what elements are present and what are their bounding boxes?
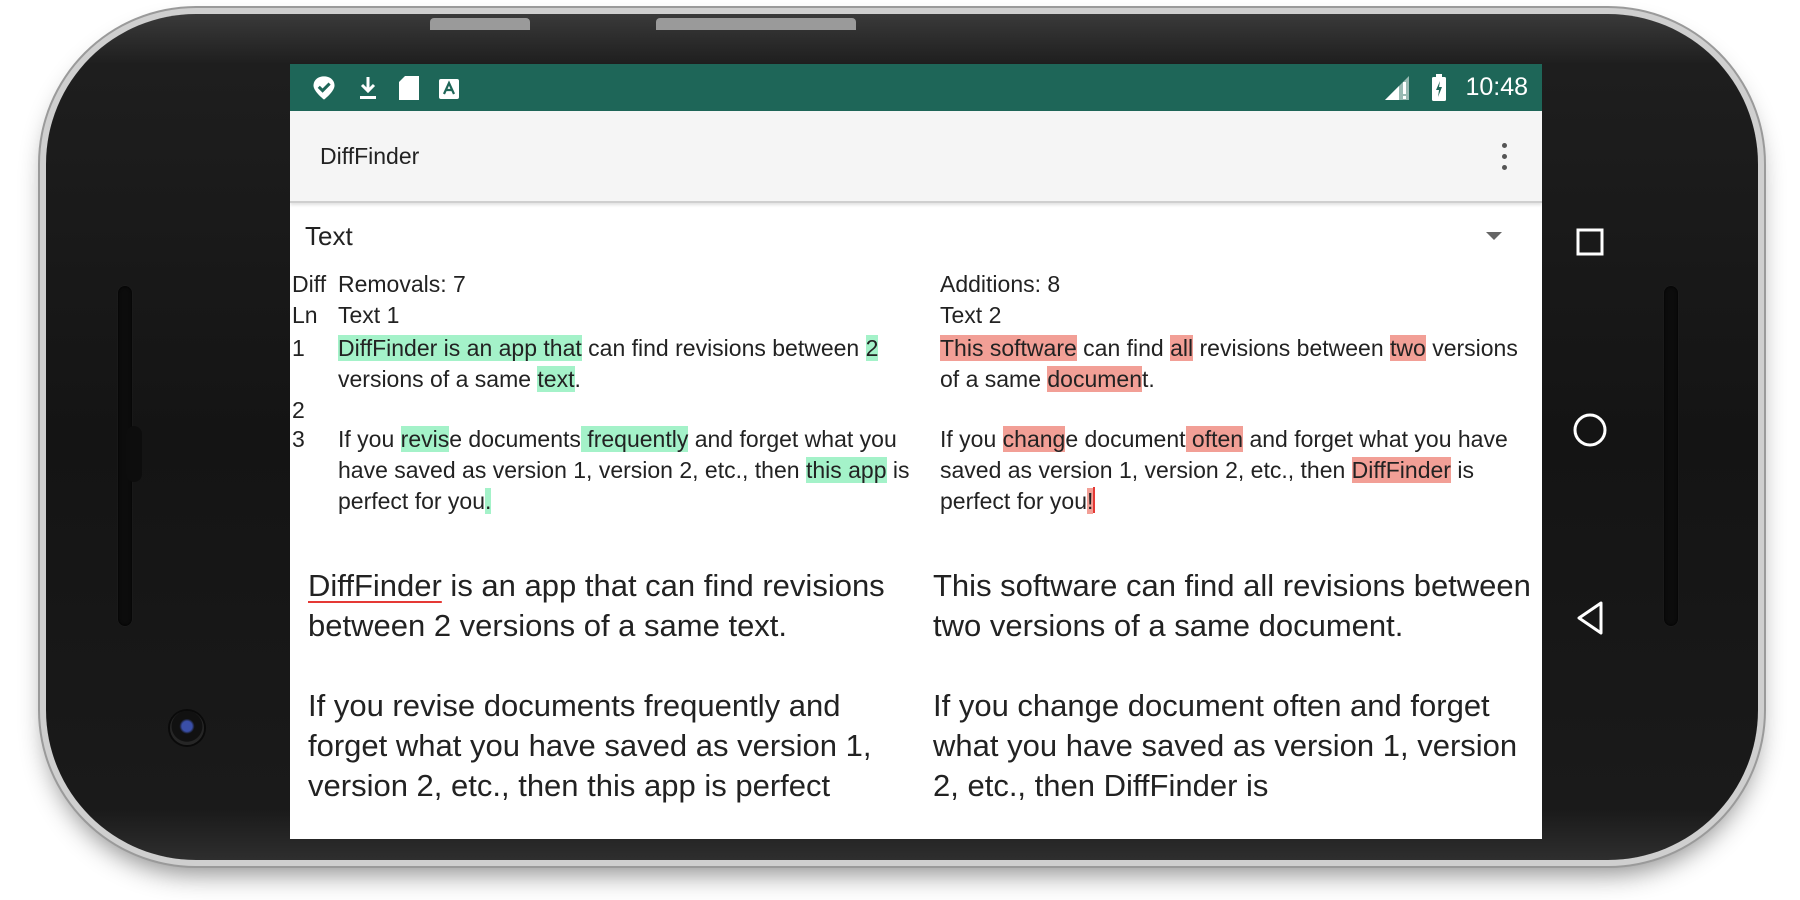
unchanged-segment: . [574,366,581,392]
diff-summary-row: Diff Removals: 7 Additions: 8 [290,269,1542,300]
app-bar: DiffFinder [290,111,1542,203]
unchanged-segment: can find revisions between [581,335,866,361]
text1-line: DiffFinder is an app that can find revis… [338,333,938,395]
unchanged-segment: If you [940,426,1003,452]
added-segment: This software [940,335,1077,361]
status-left-icons [310,74,460,102]
unchanged-segment: versions of a same [338,366,538,392]
text2-line: This software can find all revisions bet… [940,333,1530,395]
front-camera [170,711,204,745]
mode-dropdown-value: Text [305,220,353,251]
removed-segment: DiffFinder is an app that [338,335,582,361]
home-circle-icon[interactable] [1562,402,1618,458]
text2-paragraph-2: If you change document often and forget … [933,688,1518,803]
line-number: 2 [292,397,305,423]
recents-square-icon[interactable] [1562,214,1618,270]
text1-paragraph-2: If you revise documents frequently and f… [308,688,872,803]
added-segment: all [1170,335,1194,361]
text1-header: Text 1 [338,302,400,328]
ln-header: Ln [292,302,318,328]
text1-line: If you revise documents frequently and f… [338,424,938,517]
removals-count: Removals: 7 [338,271,466,297]
text2-editor[interactable]: This software can find all revisions bet… [933,566,1533,839]
signal-icon [1383,74,1413,102]
misspelled-word: DiffFinder [308,568,442,603]
mode-dropdown[interactable]: Text [290,203,1542,269]
removed-segment: . [485,488,492,514]
battery-icon [1431,73,1447,102]
diff-lines: 1 DiffFinder is an app that can find revi… [290,333,1542,517]
added-segment: two [1390,335,1426,361]
removed-segment: 2 [865,335,879,361]
removed-segment: frequently [580,426,689,452]
added-segment: documen [1047,366,1143,392]
text2-header: Text 2 [940,302,1002,328]
added-segment: DiffFinder [1351,457,1451,483]
volume-button [656,18,856,30]
unchanged-segment: e documents [449,426,581,452]
more-vertical-icon[interactable] [1492,136,1516,176]
unchanged-segment: revisions between [1193,335,1391,361]
unchanged-segment: t. [1142,366,1155,392]
screen: 10:48 DiffFinder Text Diff Removals: 7 A… [290,64,1542,839]
text1-paragraph-1: DiffFinder is an app that can find revis… [308,566,908,646]
unchanged-segment: If you [338,426,401,452]
power-button [430,18,530,30]
additions-count: Additions: 8 [940,271,1061,297]
status-bar: 10:48 [290,64,1542,111]
app-title: DiffFinder [320,142,420,169]
back-triangle-icon[interactable] [1562,590,1618,646]
line-number: 1 [292,335,305,361]
right-speaker-grille [1664,286,1678,626]
diff-line: 2 [290,395,1542,424]
vpn-check-icon [310,74,338,102]
unchanged-segment: can find [1076,335,1171,361]
sd-card-icon [398,75,420,101]
phone-frame: 10:48 DiffFinder Text Diff Removals: 7 A… [46,14,1758,860]
removed-segment: text [537,366,575,392]
dropdown-arrow-icon [1486,232,1502,240]
status-clock: 10:48 [1465,73,1528,101]
diff-header-row: Ln Text 1 Text 2 [290,300,1542,333]
diff-label: Diff [292,271,327,297]
navigation-bar [1562,214,1618,694]
content-area: Text Diff Removals: 7 Additions: 8 Ln Te… [290,203,1542,804]
text2-paragraph-1: This software can find all revisions bet… [933,568,1531,643]
removed-segment: revis [400,426,450,452]
diff-line: 1 DiffFinder is an app that can find revi… [290,333,1542,395]
status-right-icons: 10:48 [1383,73,1528,102]
proximity-sensor [126,426,142,482]
removed-segment: this app [805,457,887,483]
download-icon [356,75,380,101]
diff-line: 3 If you revise documents frequently and … [290,424,1542,517]
diff-table: Diff Removals: 7 Additions: 8 Ln Text 1 … [290,269,1542,517]
added-segment: chang [1002,426,1066,452]
text2-line: If you change document often and forget … [940,424,1530,517]
added-segment: often [1185,426,1244,452]
line-number: 3 [292,426,305,452]
unchanged-segment: e document [1065,426,1186,452]
text-cursor [1093,487,1096,513]
store-icon [438,76,460,100]
text1-editor[interactable]: DiffFinder is an app that can find revis… [308,566,908,839]
